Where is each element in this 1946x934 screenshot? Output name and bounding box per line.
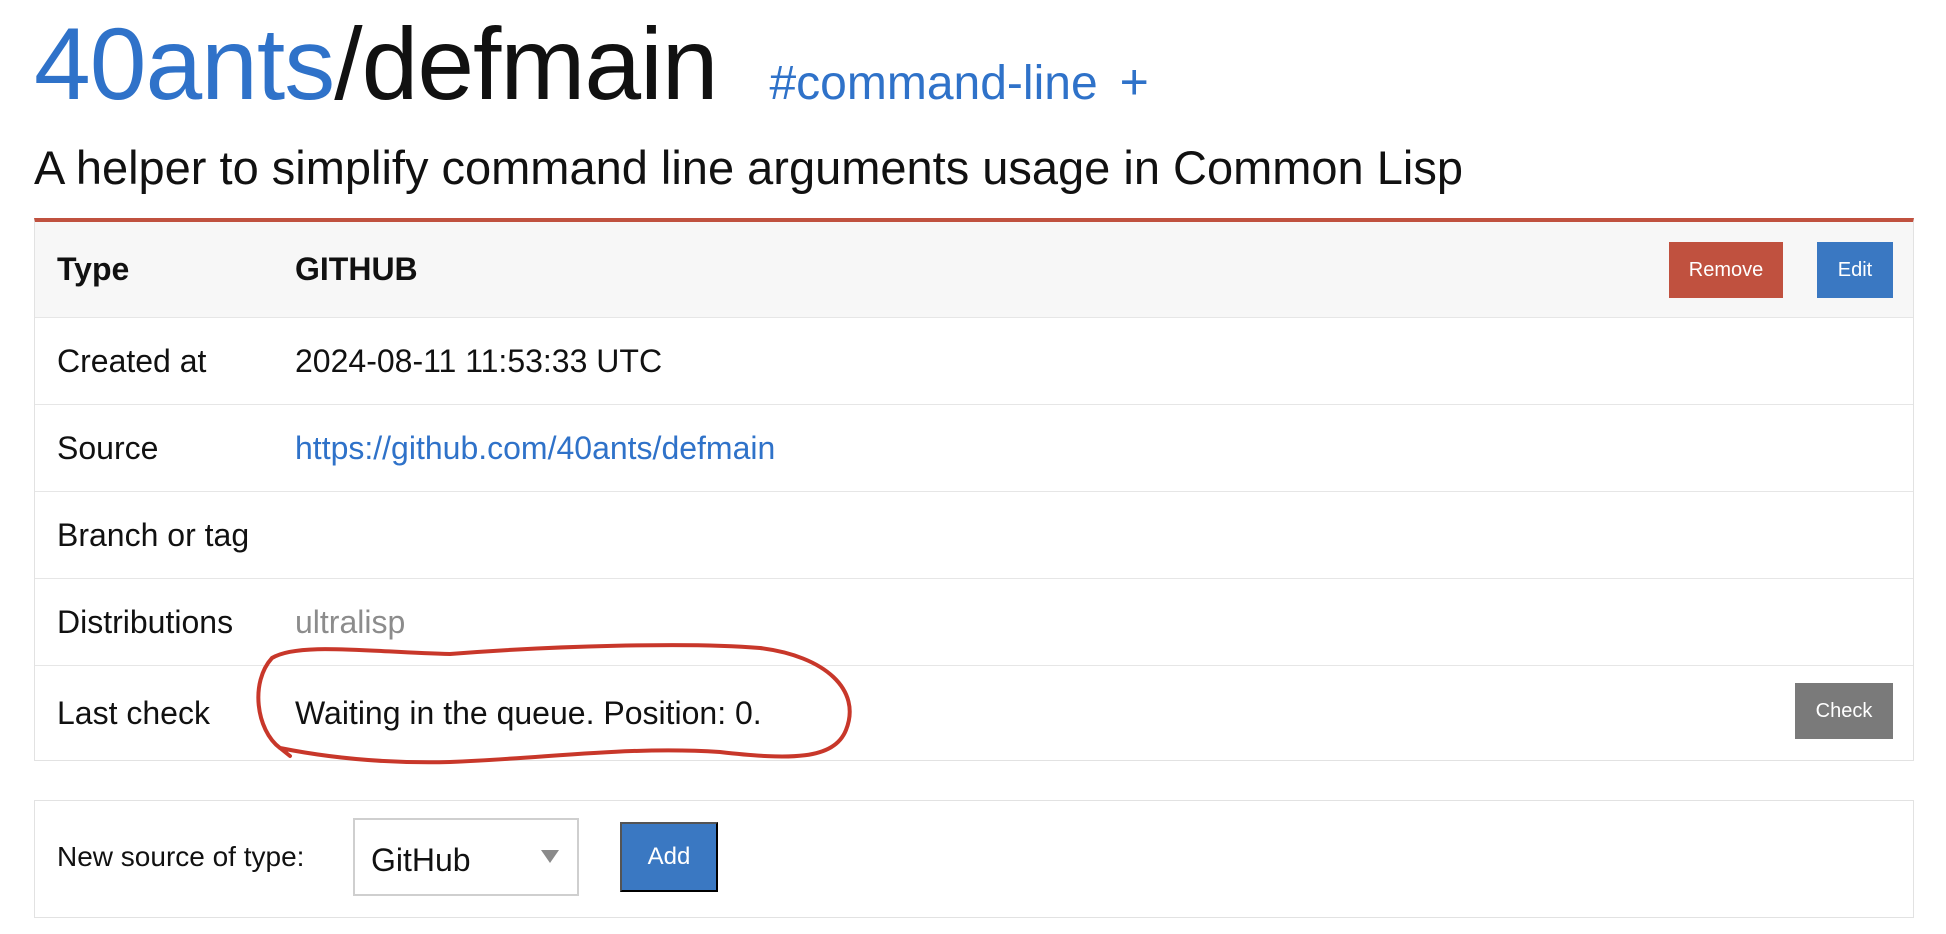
chevron-down-icon [541,850,559,863]
check-button[interactable]: Check [1795,683,1893,739]
add-source-button[interactable]: Add [620,822,718,892]
table-row-last-check: Last check Waiting in the queue. Positio… [35,666,1913,760]
table-row-distributions: Distributions ultralisp [35,579,1913,666]
add-tag-button[interactable]: + [1120,53,1149,111]
tag-command-line[interactable]: #command-line [769,56,1097,111]
owner-link[interactable]: 40ants [34,6,335,123]
distributions-label: Distributions [57,603,234,640]
type-label: Type [57,251,130,287]
source-type-selected: GitHub [371,842,471,878]
new-source-form: New source of type: GitHub Add [34,800,1914,918]
source-link[interactable]: https://github.com/40ants/defmain [295,430,775,467]
table-row-source: Source https://github.com/40ants/defmain [35,405,1913,492]
type-value: GITHUB [295,251,418,287]
last-check-label: Last check [57,694,210,731]
remove-button[interactable]: Remove [1669,242,1783,298]
last-check-value: Waiting in the queue. Position: 0. [295,694,762,731]
page: 40ants / defmain #command-line + A helpe… [0,0,1946,934]
project-description: A helper to simplify command line argume… [34,141,1463,194]
table-row-created: Created at 2024-08-11 11:53:33 UTC [35,318,1913,405]
project-name: defmain [361,7,719,121]
edit-button[interactable]: Edit [1817,242,1893,298]
page-title: 40ants / defmain #command-line + [34,6,1149,126]
new-source-label: New source of type: [57,841,305,872]
distributions-value: ultralisp [295,603,406,640]
tag-list: #command-line + [769,53,1148,111]
created-label: Created at [57,342,207,379]
project-info-table: Type GITHUB Remove Edit Created at 2024-… [34,218,1914,761]
table-row-type: Type GITHUB Remove Edit [35,222,1913,318]
title-separator: / [334,7,362,121]
source-label: Source [57,429,159,466]
created-value: 2024-08-11 11:53:33 UTC [295,342,663,379]
branch-label: Branch or tag [57,516,250,553]
source-type-select[interactable]: GitHub [353,818,579,896]
table-row-branch: Branch or tag [35,492,1913,579]
